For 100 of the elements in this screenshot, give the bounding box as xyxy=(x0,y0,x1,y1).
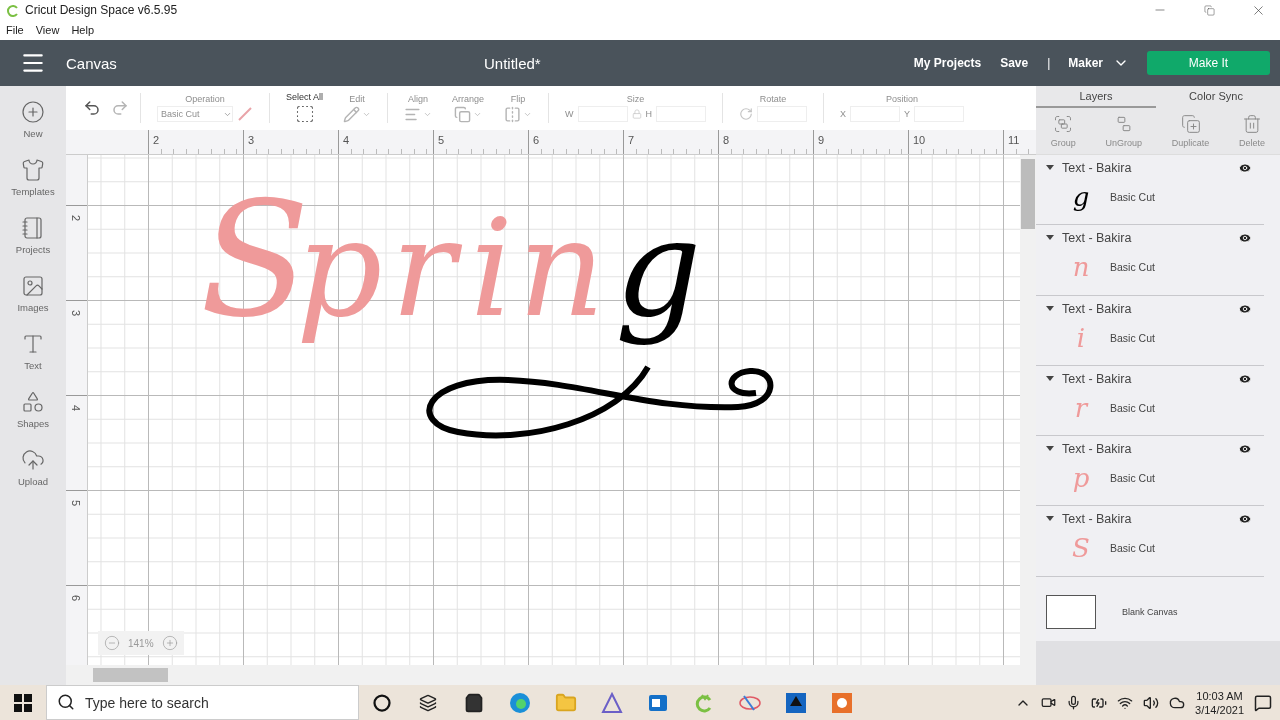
image-icon xyxy=(21,274,45,298)
menu-item[interactable]: View xyxy=(35,24,60,36)
sidebar-item[interactable]: New xyxy=(3,100,63,139)
trash-icon xyxy=(1242,114,1263,134)
separator: | xyxy=(1047,56,1051,70)
tool-label: Size xyxy=(626,94,645,104)
tool-label: Align xyxy=(408,93,429,104)
layer-operation: Basic Cut xyxy=(1110,191,1155,203)
sidebar-item[interactable]: Images xyxy=(3,274,63,313)
shapes-icon xyxy=(21,390,45,414)
layer-name: Text - Bakira xyxy=(1062,231,1133,246)
eye-icon[interactable] xyxy=(1238,161,1252,175)
field-label: Y xyxy=(904,109,911,119)
layer-thumbnail: g xyxy=(1071,183,1091,211)
scrollbar-thumb[interactable] xyxy=(1021,159,1035,229)
scrollbar-thumb[interactable] xyxy=(93,668,168,682)
app-logo-icon xyxy=(6,3,20,17)
tool-label: Flip xyxy=(510,93,526,104)
caret-icon xyxy=(1046,165,1054,171)
undo-icon xyxy=(83,99,101,117)
ruler-label: 3 xyxy=(70,309,83,317)
volume-icon[interactable] xyxy=(1143,694,1160,711)
notification-icon[interactable] xyxy=(1254,693,1272,712)
letter-t-icon xyxy=(21,332,45,356)
camera-icon[interactable] xyxy=(1041,695,1057,710)
tool-label: Position xyxy=(886,94,919,104)
search-icon xyxy=(57,693,75,711)
layer-name: Text - Bakira xyxy=(1062,442,1133,457)
layer-item[interactable]: Text - Bakira g Basic Cut xyxy=(1036,155,1264,226)
tool-label: Rotate xyxy=(759,94,787,104)
eye-icon[interactable] xyxy=(1238,371,1252,386)
sidebar-item[interactable]: Shapes xyxy=(3,390,63,429)
layer-item[interactable]: Text - Bakira r Basic Cut xyxy=(1036,365,1264,437)
caret-icon xyxy=(1046,305,1054,312)
sidebar-item[interactable]: Text xyxy=(3,332,63,371)
undo-button[interactable] xyxy=(83,99,101,117)
browser-icon xyxy=(509,691,531,714)
caret-icon xyxy=(1046,446,1054,453)
menu-item[interactable]: Help xyxy=(71,24,94,36)
restore-icon xyxy=(1203,4,1215,16)
caret-icon xyxy=(1046,375,1054,382)
ruler-label: 5 xyxy=(70,499,83,507)
eye-icon[interactable] xyxy=(1238,512,1252,527)
header-link[interactable]: My Projects xyxy=(913,56,982,70)
pen-icon xyxy=(237,106,253,122)
lock-icon xyxy=(631,109,642,119)
section-title: Canvas xyxy=(66,54,118,72)
pencil-icon xyxy=(343,105,361,123)
layer-item[interactable]: Text - Bakira n Basic Cut xyxy=(1036,225,1264,296)
eye-icon[interactable] xyxy=(1238,442,1252,457)
layer-item[interactable]: Text - Bakira p Basic Cut xyxy=(1036,436,1264,507)
panel-tab[interactable]: Color Sync xyxy=(1156,86,1276,108)
duplicate-icon xyxy=(1180,114,1201,134)
stack-icon xyxy=(454,105,472,123)
folder-icon xyxy=(555,691,577,714)
header-link[interactable]: Save xyxy=(1000,56,1029,70)
design-letter[interactable]: g xyxy=(615,190,716,347)
ruler-label: 2 xyxy=(70,214,83,222)
eye-icon[interactable] xyxy=(1238,231,1252,246)
layer-thumbnail: p xyxy=(1071,464,1091,493)
layer-operation: Basic Cut xyxy=(1110,472,1155,485)
field-label: H xyxy=(645,109,653,119)
circle-icon xyxy=(373,693,391,712)
tool-label: Select All xyxy=(286,92,324,102)
caret-icon xyxy=(1046,235,1054,242)
sidebar-item[interactable]: Templates xyxy=(3,158,63,197)
layer-name: Text - Bakira xyxy=(1062,371,1133,386)
menu-item[interactable]: File xyxy=(6,24,24,36)
ruler-label: 6 xyxy=(70,594,83,602)
ruler-label: 4 xyxy=(70,404,83,412)
document-title: Untitled* xyxy=(484,54,541,72)
tool-label: Arrange xyxy=(452,93,485,104)
field-label: W xyxy=(565,109,574,119)
tool-label: Edit xyxy=(349,93,365,104)
rotate-icon xyxy=(739,107,754,121)
select-all-button[interactable] xyxy=(294,104,315,124)
canvas-label: Blank Canvas xyxy=(1122,606,1178,617)
sidebar-item[interactable]: Upload xyxy=(3,448,63,487)
clock[interactable]: 10:03 AM 3/14/2021 xyxy=(1195,689,1244,716)
shirt-icon xyxy=(21,158,45,182)
field-label: X xyxy=(840,109,847,119)
cloud-upload-icon xyxy=(21,448,45,472)
layer-item[interactable]: Text - Bakira S Basic Cut xyxy=(1036,506,1264,577)
layer-thumbnail: S xyxy=(1071,534,1091,563)
layer-name: Text - Bakira xyxy=(1062,301,1133,316)
make-it-button[interactable]: Make It xyxy=(1147,51,1270,75)
recorder-icon xyxy=(831,691,853,714)
canvas-swatch[interactable] xyxy=(1046,594,1096,629)
layer-name: Text - Bakira xyxy=(1062,161,1133,175)
sidebar-item[interactable]: Projects xyxy=(3,216,63,255)
layer-item[interactable]: Text - Bakira i Basic Cut xyxy=(1036,295,1264,366)
layer-operation: Basic Cut xyxy=(1110,401,1155,414)
eye-icon[interactable] xyxy=(1238,301,1252,316)
zoom-level: 141% xyxy=(128,637,154,649)
window-title: Cricut Design Space v6.5.95 xyxy=(25,3,178,17)
windows-icon xyxy=(14,693,32,712)
flip-icon xyxy=(504,105,522,123)
search-field[interactable]: Type here to search xyxy=(46,685,359,720)
machine-select[interactable]: Maker xyxy=(1062,54,1135,72)
microphone-icon[interactable] xyxy=(1066,695,1082,710)
